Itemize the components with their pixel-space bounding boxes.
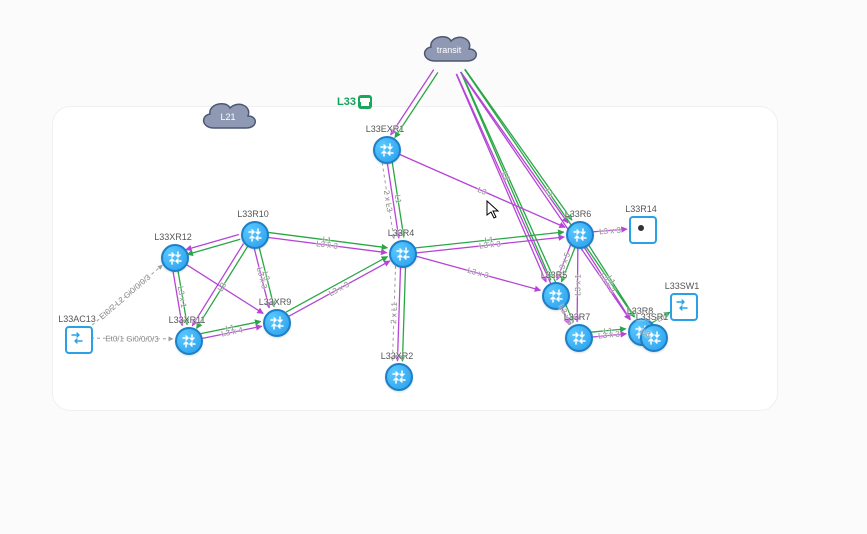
node-L33SW1[interactable] <box>670 293 698 321</box>
link-label: L3 x 1 <box>573 274 582 296</box>
node-L33AC13[interactable] <box>65 326 93 354</box>
node-L33XR2[interactable] <box>385 363 413 391</box>
node-label-L33SR1: L33SR1 <box>636 312 669 322</box>
node-L33R7[interactable] <box>565 324 593 352</box>
cloud-label-transit: transit <box>437 45 462 55</box>
node-L33R14[interactable] <box>629 216 657 244</box>
node-label-L33AC13: L33AC13 <box>58 314 96 324</box>
node-L33R6[interactable] <box>566 221 594 249</box>
node-label-L33XR9: L33XR9 <box>259 297 292 307</box>
node-label-L33R10: L33R10 <box>237 209 269 219</box>
node-label-L33XR11: L33XR11 <box>169 315 206 325</box>
node-label-L33R14: L33R14 <box>625 204 657 214</box>
node-L33XR9[interactable] <box>263 309 291 337</box>
node-label-L33XR2: L33XR2 <box>381 351 414 361</box>
node-L33EXR1[interactable] <box>373 136 401 164</box>
topology-title: L33 <box>337 96 356 108</box>
cloud-label-l21: L21 <box>220 112 235 122</box>
link-label: 2 x L1 <box>389 302 399 324</box>
node-L33R4[interactable] <box>389 240 417 268</box>
node-label-L33R5: L33R5 <box>541 270 568 280</box>
link-label: L1 <box>393 194 403 204</box>
node-label-L33SW1: L33SW1 <box>665 281 700 291</box>
node-label-L33R4: L33R4 <box>388 228 415 238</box>
topology-title-badge <box>358 95 372 109</box>
node-L33XR11[interactable] <box>175 327 203 355</box>
node-L33XR12[interactable] <box>161 244 189 272</box>
node-label-L33R6: L33R6 <box>565 209 592 219</box>
link-label: Et0/1 Gi0/0/0/3 <box>105 334 158 343</box>
node-label-L33R7: L33R7 <box>564 312 591 322</box>
node-label-L33EXR1: L33EXR1 <box>366 124 405 134</box>
node-label-L33XR12: L33XR12 <box>154 232 192 242</box>
node-L33R10[interactable] <box>241 221 269 249</box>
link-label: L3 x 3 <box>598 225 620 236</box>
